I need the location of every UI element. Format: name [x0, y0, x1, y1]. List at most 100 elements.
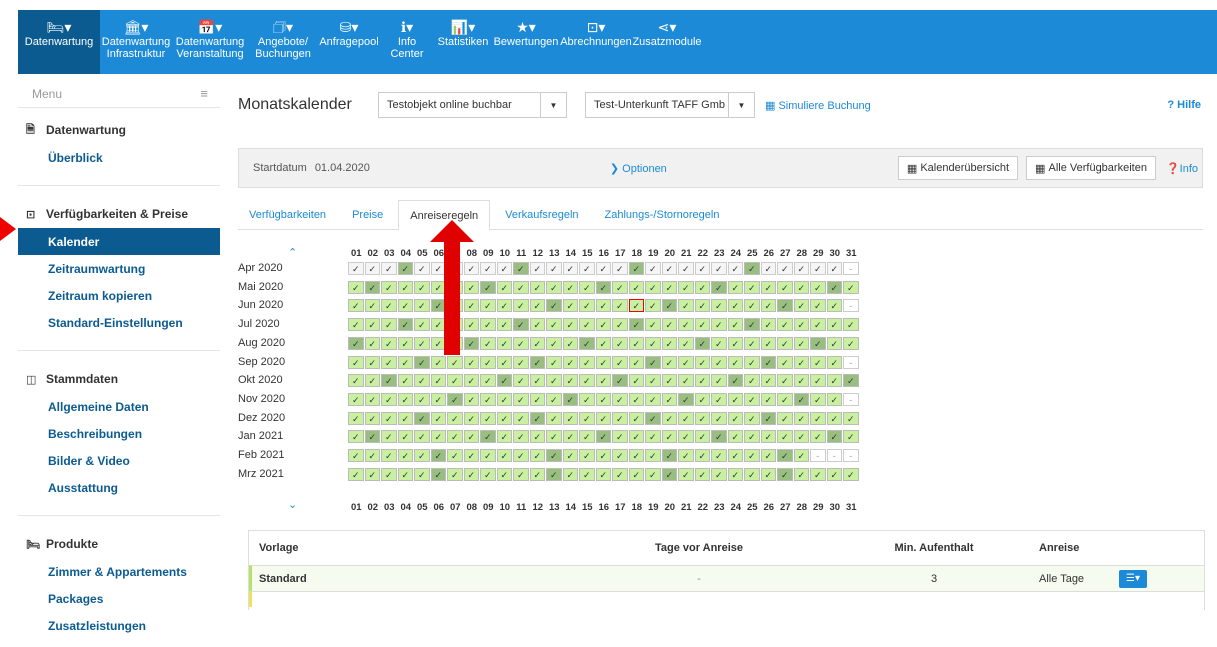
day-cell[interactable]: ✓: [364, 355, 380, 369]
day-cell[interactable]: ✓: [661, 449, 677, 462]
day-cell[interactable]: ✓: [661, 374, 677, 388]
tab-3[interactable]: Verkaufsregeln: [494, 200, 589, 230]
tab-4[interactable]: Zahlungs-/Stornoregeln: [594, 200, 731, 230]
day-cell[interactable]: ✓: [348, 262, 364, 275]
day-cell[interactable]: ✓: [727, 392, 743, 406]
day-cell[interactable]: ✓: [595, 467, 611, 481]
day-cell[interactable]: -: [826, 449, 842, 462]
day-cell[interactable]: ✓: [546, 392, 562, 406]
day-cell[interactable]: ✓: [645, 467, 661, 481]
day-cell[interactable]: ✓: [562, 449, 578, 462]
day-cell[interactable]: ✓: [678, 467, 694, 481]
day-cell[interactable]: ✓: [397, 392, 413, 406]
day-cell[interactable]: ✓: [397, 467, 413, 481]
day-cell[interactable]: ✓: [595, 374, 611, 388]
day-cell[interactable]: ✓: [727, 318, 743, 332]
day-cell[interactable]: ✓: [579, 336, 595, 350]
day-cell[interactable]: ✓: [546, 280, 562, 294]
day-cell[interactable]: ✓: [496, 449, 512, 462]
day-cell[interactable]: ✓: [810, 430, 826, 444]
day-cell[interactable]: ✓: [661, 262, 677, 275]
day-cell[interactable]: ✓: [562, 411, 578, 425]
day-cell[interactable]: ✓: [645, 449, 661, 462]
day-cell[interactable]: ✓: [628, 374, 644, 388]
day-cell[interactable]: ✓: [529, 280, 545, 294]
day-cell[interactable]: ✓: [694, 262, 710, 275]
day-cell[interactable]: ✓: [645, 280, 661, 294]
day-cell[interactable]: ✓: [793, 318, 809, 332]
day-cell[interactable]: ✓: [348, 374, 364, 388]
day-cell[interactable]: ✓: [447, 467, 463, 481]
day-cell[interactable]: ✓: [348, 355, 364, 369]
day-cell[interactable]: ✓: [381, 318, 397, 332]
day-cell[interactable]: ✓: [711, 318, 727, 332]
day-cell[interactable]: ✓: [529, 449, 545, 462]
day-cell[interactable]: ✓: [397, 374, 413, 388]
sidebar-item[interactable]: Zusatzleistungen: [18, 612, 220, 639]
sidebar-item[interactable]: Beschreibungen: [18, 420, 220, 447]
object-select[interactable]: Testobjekt online buchbar ▼: [378, 92, 567, 118]
day-cell[interactable]: ✓: [595, 336, 611, 350]
day-cell[interactable]: ✓: [579, 299, 595, 313]
day-cell[interactable]: ✓: [628, 318, 644, 332]
day-cell[interactable]: ✓: [793, 374, 809, 388]
day-cell[interactable]: ✓: [744, 262, 760, 275]
day-cell[interactable]: ✓: [760, 392, 776, 406]
day-cell[interactable]: ✓: [793, 430, 809, 444]
day-cell[interactable]: ✓: [711, 262, 727, 275]
day-cell[interactable]: ✓: [645, 374, 661, 388]
day-cell[interactable]: ✓: [810, 336, 826, 350]
day-cell[interactable]: ✓: [595, 318, 611, 332]
day-cell[interactable]: ✓: [529, 355, 545, 369]
day-cell[interactable]: ✓: [645, 262, 661, 275]
day-cell[interactable]: ✓: [612, 449, 628, 462]
day-cell[interactable]: ✓: [843, 336, 859, 350]
day-cell[interactable]: ✓: [810, 355, 826, 369]
day-cell[interactable]: ✓: [579, 430, 595, 444]
day-cell[interactable]: ✓: [612, 355, 628, 369]
sidebar-item[interactable]: Packages: [18, 585, 220, 612]
day-cell[interactable]: ✓: [612, 262, 628, 275]
day-cell[interactable]: ✓: [694, 336, 710, 350]
sidebar-item[interactable]: Allgemeine Daten: [18, 393, 220, 420]
day-cell[interactable]: ✓: [694, 392, 710, 406]
day-cell[interactable]: ✓: [744, 411, 760, 425]
day-cell[interactable]: ✓: [678, 299, 694, 313]
sidebar-item[interactable]: Kalender: [18, 228, 220, 255]
day-cell[interactable]: ✓: [645, 355, 661, 369]
day-cell[interactable]: ✓: [463, 430, 479, 444]
day-cell[interactable]: ✓: [793, 411, 809, 425]
day-cell[interactable]: ✓: [546, 374, 562, 388]
day-cell[interactable]: ✓: [711, 430, 727, 444]
day-cell[interactable]: ✓: [694, 430, 710, 444]
day-cell[interactable]: ✓: [612, 467, 628, 481]
day-cell[interactable]: ✓: [612, 280, 628, 294]
day-cell[interactable]: ✓: [628, 355, 644, 369]
day-cell[interactable]: ✓: [777, 430, 793, 444]
day-cell[interactable]: ✓: [628, 430, 644, 444]
day-cell[interactable]: ✓: [562, 262, 578, 275]
day-cell[interactable]: ✓: [562, 299, 578, 313]
nav-item-6[interactable]: 📊▾ Statistiken: [434, 10, 492, 74]
day-cell[interactable]: ✓: [529, 467, 545, 481]
day-cell[interactable]: ✓: [397, 449, 413, 462]
day-cell[interactable]: ✓: [562, 336, 578, 350]
day-cell[interactable]: ✓: [628, 262, 644, 275]
day-cell[interactable]: ✓: [414, 449, 430, 462]
day-cell[interactable]: ✓: [843, 374, 859, 388]
day-cell[interactable]: ✓: [381, 392, 397, 406]
day-cell[interactable]: ✓: [430, 411, 446, 425]
day-cell[interactable]: ✓: [612, 411, 628, 425]
calendar-overview-button[interactable]: ▦ Kalenderübersicht: [897, 156, 1019, 180]
day-cell[interactable]: ✓: [777, 374, 793, 388]
sidebar-item[interactable]: Ausstattung: [18, 474, 220, 501]
day-cell[interactable]: ✓: [579, 374, 595, 388]
day-cell[interactable]: ✓: [694, 449, 710, 462]
day-cell[interactable]: ✓: [810, 262, 826, 275]
day-cell[interactable]: ✓: [397, 318, 413, 332]
day-cell[interactable]: ✓: [546, 262, 562, 275]
day-cell[interactable]: ✓: [826, 374, 842, 388]
tab-0[interactable]: Verfügbarkeiten: [238, 200, 337, 230]
day-cell[interactable]: ✓: [463, 449, 479, 462]
day-cell[interactable]: ✓: [529, 411, 545, 425]
